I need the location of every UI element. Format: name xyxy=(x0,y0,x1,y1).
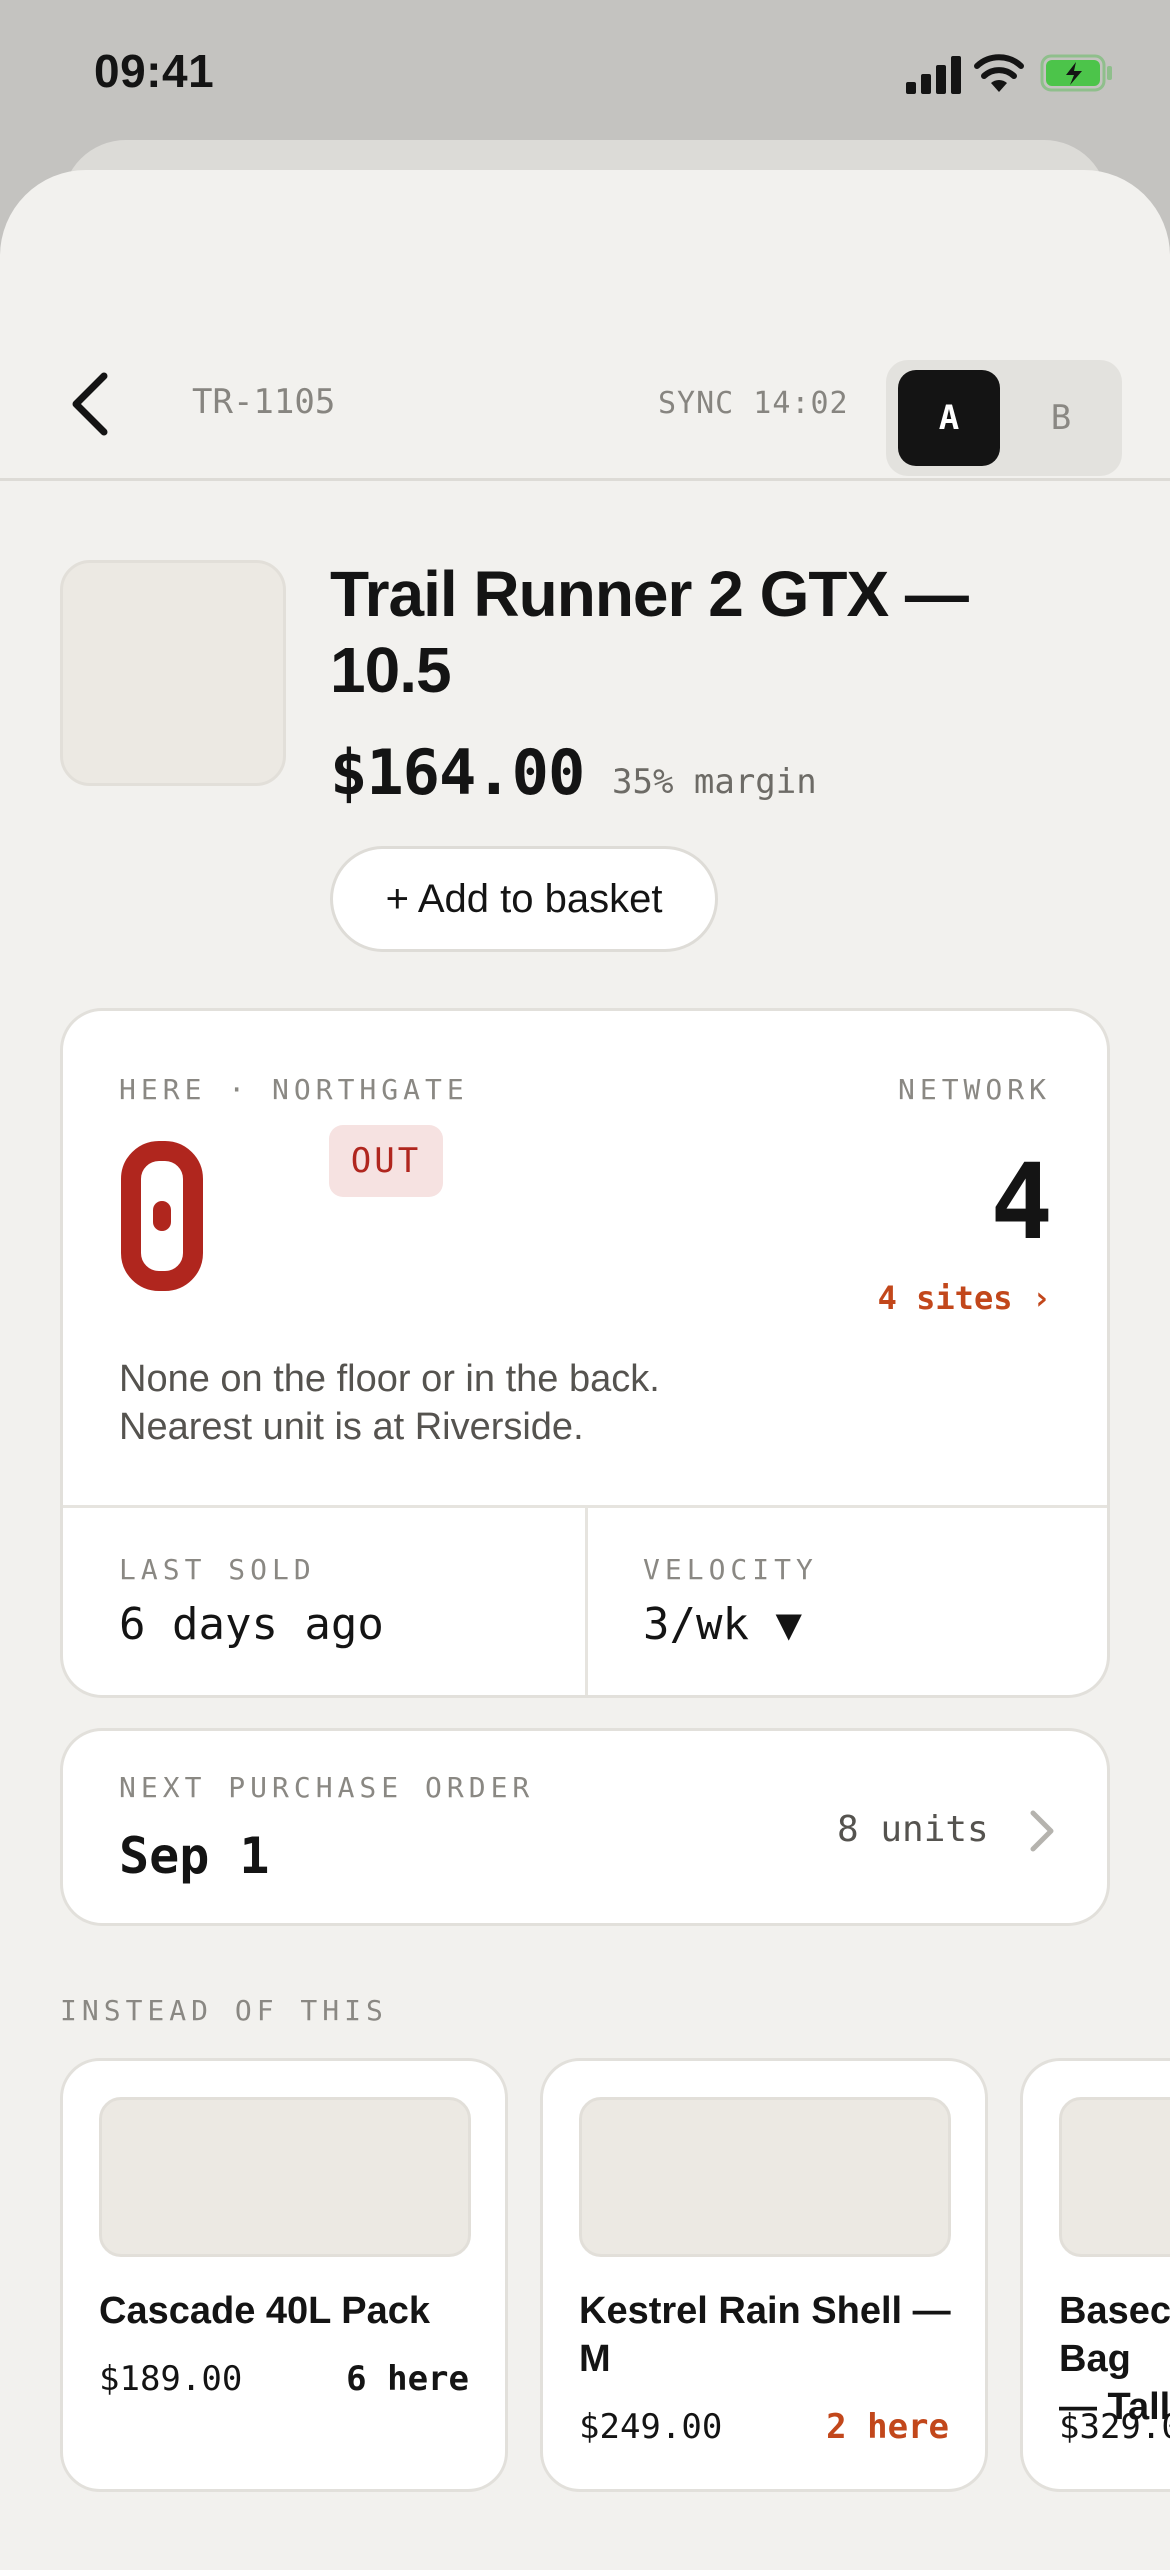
alternative-image xyxy=(1059,2097,1170,2257)
chevron-right-icon xyxy=(1030,1810,1054,1852)
alternatives-label: INSTEAD OF THIS xyxy=(60,1994,388,2027)
here-label: HERE · NORTHGATE xyxy=(119,1073,469,1106)
velocity-value: 3/wk ▼ xyxy=(643,1599,802,1650)
segmented-control: A B xyxy=(886,360,1122,476)
alternative-stock: 6 here xyxy=(346,2359,469,2399)
alternative-image xyxy=(579,2097,951,2257)
out-of-stock-badge: OUT xyxy=(329,1125,443,1197)
product-sheet: TR-1105 SYNC 14:02 A B Trail Runner 2 GT… xyxy=(0,170,1170,2570)
alternative-price: $189.00 xyxy=(99,2359,243,2399)
velocity-label: VELOCITY xyxy=(643,1553,818,1586)
status-time: 09:41 xyxy=(94,45,215,97)
sku-code: TR-1105 xyxy=(192,382,336,422)
stock-card: HERE · NORTHGATE NETWORK 0 OUT 4 4 sites… xyxy=(60,1008,1110,1698)
alternative-price: $249.00 xyxy=(579,2407,723,2447)
product-title: Trail Runner 2 GTX — 10.5 xyxy=(330,558,969,706)
cellular-signal-icon xyxy=(906,56,961,94)
last-sold-value: 6 days ago xyxy=(119,1599,384,1650)
svg-text:0: 0 xyxy=(121,1141,122,1142)
network-count: 4 xyxy=(990,1141,1053,1263)
battery-charging-icon xyxy=(1040,54,1112,92)
alternative-name: Kestrel Rain Shell — M xyxy=(579,2290,951,2380)
po-units: 8 units xyxy=(837,1809,989,1850)
alternative-card[interactable]: Basecamp Bag — Tall $329.00 xyxy=(1020,2058,1170,2492)
alternative-card[interactable]: Kestrel Rain Shell — M $249.00 2 here xyxy=(540,2058,988,2492)
stock-description: None on the floor or in the back. Neares… xyxy=(119,1355,1019,1451)
description-line: None on the floor or in the back. xyxy=(119,1358,660,1400)
purchase-order-card[interactable]: NEXT PURCHASE ORDER Sep 1 8 units xyxy=(60,1728,1110,1926)
last-sold-label: LAST SOLD xyxy=(119,1553,316,1586)
product-price: $164.00 xyxy=(330,736,585,809)
segment-b[interactable]: B xyxy=(1010,370,1112,466)
po-date: Sep 1 xyxy=(119,1827,270,1885)
description-line: Nearest unit is at Riverside. xyxy=(119,1406,584,1448)
add-to-basket-button[interactable]: + Add to basket xyxy=(330,846,718,952)
sites-link[interactable]: 4 sites › xyxy=(878,1279,1051,1317)
here-count: 0 xyxy=(121,1141,203,1291)
back-chevron-icon[interactable] xyxy=(60,362,120,446)
po-label: NEXT PURCHASE ORDER xyxy=(119,1771,535,1804)
alternative-price: $329.00 xyxy=(1059,2407,1170,2447)
status-bar: 09:41 xyxy=(0,0,1170,150)
divider xyxy=(585,1505,588,1695)
alternative-image xyxy=(99,2097,471,2257)
sync-status: SYNC 14:02 xyxy=(658,386,849,421)
alternative-name: Cascade 40L Pack xyxy=(99,2290,430,2332)
nav-bar: TR-1105 SYNC 14:02 A B xyxy=(0,330,1170,481)
alternative-stock: 2 here xyxy=(826,2407,949,2447)
product-margin: 35% margin xyxy=(612,762,817,802)
alternative-card[interactable]: Cascade 40L Pack $189.00 6 here xyxy=(60,2058,508,2492)
segment-a[interactable]: A xyxy=(898,370,1000,466)
product-image xyxy=(60,560,286,786)
network-label: NETWORK xyxy=(897,1073,1051,1106)
wifi-icon xyxy=(974,54,1024,92)
